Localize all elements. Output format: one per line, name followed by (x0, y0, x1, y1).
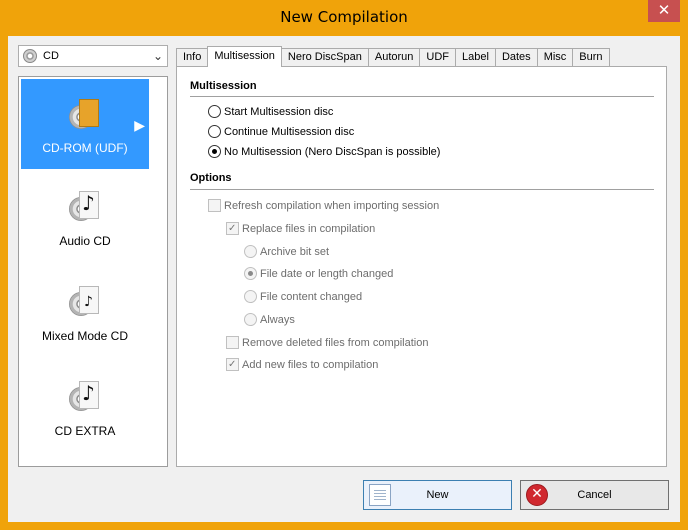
file-date-option[interactable]: File date or length changed (244, 267, 393, 280)
checkbox[interactable] (226, 336, 239, 349)
radio-button[interactable] (244, 267, 257, 280)
option-label: Archive bit set (260, 245, 330, 258)
option-label: Start Multisession disc (224, 105, 334, 118)
tab-dates[interactable]: Dates (494, 48, 538, 67)
tab-multisession[interactable]: Multisession (207, 46, 282, 67)
cd-extra-icon: ♪ (69, 381, 103, 417)
compilation-type-cd-extra[interactable]: ♪ CD EXTRA (21, 361, 149, 454)
multisession-panel: Multisession Start Multisession disc Con… (176, 66, 667, 467)
window-title: New Compilation (280, 8, 408, 26)
tab-misc[interactable]: Misc (536, 48, 574, 67)
option-label: Replace files in compilation (242, 222, 376, 235)
audio-cd-icon: ♪ (69, 191, 103, 227)
tab-strip: Info Multisession Nero DiscSpan Autorun … (176, 46, 610, 67)
tab-burn[interactable]: Burn (572, 48, 610, 67)
cancel-button[interactable]: ✕ Cancel (520, 480, 669, 510)
compilation-type-label: Audio CD (59, 234, 111, 248)
section-divider (190, 189, 654, 190)
archive-bit-option[interactable]: Archive bit set (244, 245, 329, 258)
checkbox[interactable] (208, 199, 221, 212)
tab-label[interactable]: Label (455, 48, 496, 67)
close-button[interactable]: ✕ (648, 0, 680, 22)
remove-deleted-option[interactable]: Remove deleted files from compilation (226, 336, 428, 349)
tab-nero-discspan[interactable]: Nero DiscSpan (280, 48, 369, 67)
disc-type-select[interactable]: CD ⌄ (18, 45, 168, 67)
continue-multisession-option[interactable]: Continue Multisession disc (208, 125, 354, 138)
option-label: Add new files to compilation (242, 358, 379, 371)
option-label: File date or length changed (260, 267, 394, 280)
cancel-button-label: Cancel (577, 489, 612, 501)
compilation-type-label: Mixed Mode CD (41, 329, 129, 343)
add-new-files-option[interactable]: Add new files to compilation (226, 358, 378, 371)
selected-arrow-icon: ▶ (134, 117, 145, 133)
option-label: File content changed (260, 290, 363, 303)
file-content-option[interactable]: File content changed (244, 290, 362, 303)
multisession-heading: Multisession (190, 80, 257, 92)
tab-autorun[interactable]: Autorun (367, 48, 421, 67)
chevron-down-icon: ⌄ (152, 49, 163, 63)
compilation-type-audio-cd[interactable]: ♪ Audio CD (21, 171, 149, 264)
compilation-type-cd-rom-udf[interactable]: CD-ROM (UDF) ▶ (21, 79, 149, 169)
always-option[interactable]: Always (244, 313, 295, 326)
checkbox[interactable] (226, 222, 239, 235)
radio-button[interactable] (208, 105, 221, 118)
refresh-compilation-option[interactable]: Refresh compilation when importing sessi… (208, 199, 439, 212)
option-label: Remove deleted files from compilation (242, 336, 429, 349)
start-multisession-option[interactable]: Start Multisession disc (208, 105, 333, 118)
mixed-mode-cd-icon: ♪ (69, 286, 103, 322)
new-button-label: New (426, 489, 449, 501)
option-label: No Multisession (Nero DiscSpan is possib… (224, 145, 441, 158)
radio-button[interactable] (244, 290, 257, 303)
new-button[interactable]: New (363, 480, 512, 510)
title-bar: New Compilation ✕ (0, 0, 688, 36)
replace-files-option[interactable]: Replace files in compilation (226, 222, 375, 235)
compilation-type-label: CD EXTRA (54, 424, 116, 438)
tab-info[interactable]: Info (176, 48, 209, 67)
compilation-type-mixed-mode-cd[interactable]: ♪ Mixed Mode CD (21, 266, 149, 359)
option-label: Refresh compilation when importing sessi… (224, 199, 440, 212)
radio-button[interactable] (244, 313, 257, 326)
radio-button[interactable] (208, 125, 221, 138)
cd-icon (23, 49, 37, 63)
radio-button[interactable] (208, 145, 221, 158)
option-label: Continue Multisession disc (224, 125, 355, 138)
disc-type-value: CD (43, 50, 59, 62)
tab-udf[interactable]: UDF (419, 48, 457, 67)
options-heading: Options (190, 172, 232, 184)
cd-rom-udf-icon (69, 99, 103, 135)
radio-button[interactable] (244, 245, 257, 258)
compilation-type-list[interactable]: CD-ROM (UDF) ▶ ♪ Audio CD ♪ Mixed Mode C… (18, 76, 168, 467)
checkbox[interactable] (226, 358, 239, 371)
compilation-type-label: CD-ROM (UDF) (42, 141, 128, 155)
section-divider (190, 96, 654, 97)
option-label: Always (260, 313, 295, 326)
no-multisession-option[interactable]: No Multisession (Nero DiscSpan is possib… (208, 145, 440, 158)
